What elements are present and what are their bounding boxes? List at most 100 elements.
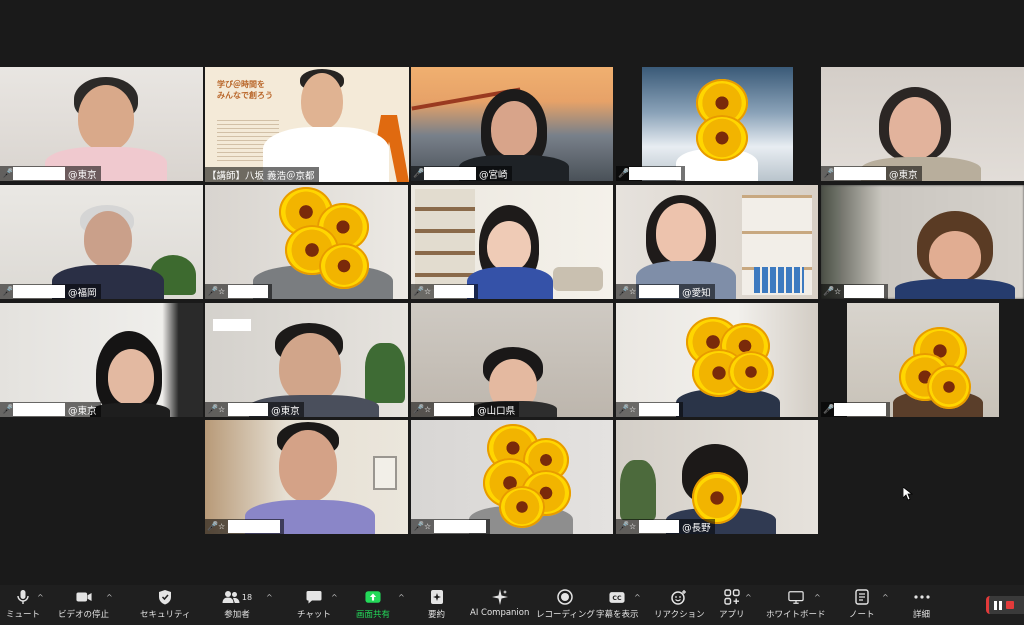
participant-location: @東京 — [68, 169, 97, 181]
name-tag: 🎤 ☆ — [821, 284, 889, 299]
slide-title: 学び＠時間を みんなで創ろう — [217, 79, 287, 101]
video-tile-p16[interactable]: 🎤 ☆ — [205, 420, 408, 534]
participants-options-chevron-icon[interactable]: ^ — [266, 593, 273, 602]
stop-video-button[interactable]: ビデオの停止 — [58, 589, 109, 620]
name-tag: 🎤 ☆ @東京 — [205, 402, 304, 417]
name-tag: 🎤 ☆ — [616, 402, 684, 417]
more-button[interactable]: 詳細 — [913, 589, 930, 620]
apps-button[interactable]: アプリ — [719, 589, 745, 620]
recording-label: レコーディング — [536, 610, 595, 620]
face-sticker — [499, 486, 545, 528]
whiteboard-options-chevron-icon[interactable]: ^ — [814, 593, 821, 602]
participant-location: @愛知 — [682, 287, 711, 299]
apps-options-chevron-icon[interactable]: ^ — [745, 593, 752, 602]
redacted-name — [844, 285, 885, 298]
participant-location: @東京 — [271, 405, 300, 417]
summary-label: 要約 — [428, 610, 446, 620]
apps-label: アプリ — [719, 610, 745, 620]
name-tag: 🎤 ☆ — [411, 284, 479, 299]
face-sticker — [728, 351, 774, 393]
name-tag: 🎤 — [616, 166, 685, 181]
name-tag: 🎤 @東京 — [0, 166, 101, 181]
video-tile-p5[interactable]: 🎤 @東京 — [821, 67, 1024, 181]
slide-title-line1: 学び＠時間を — [217, 80, 265, 89]
mic-off-icon: 🎤 — [618, 404, 630, 415]
notes-button[interactable]: ノート — [849, 589, 875, 620]
participants-button[interactable]: 18 参加者 — [220, 589, 254, 620]
participant-location: @長野 — [682, 522, 711, 534]
name-tag: 【講師】八坂 義浩＠京都 — [205, 167, 319, 182]
video-tile-p4[interactable]: 🎤 — [616, 67, 818, 181]
video-tile-p14[interactable]: 🎤 ☆ — [616, 303, 818, 417]
notes-icon — [854, 589, 870, 605]
mute-button[interactable]: ミュート — [6, 589, 40, 620]
mute-label: ミュート — [6, 610, 41, 620]
redacted-name — [228, 520, 281, 533]
video-tile-p6[interactable]: 🎤 @福岡 — [0, 185, 203, 299]
captions-button[interactable]: CC 字幕を表示 — [596, 589, 639, 620]
recording-indicator[interactable] — [986, 596, 1024, 614]
mic-off-icon: 🎤 — [823, 286, 835, 297]
video-tile-p15[interactable]: 🎤 — [821, 303, 1024, 417]
captions-label: 字幕を表示 — [596, 610, 639, 620]
security-label: セキュリティ — [140, 610, 191, 620]
notes-options-chevron-icon[interactable]: ^ — [882, 593, 889, 602]
shield-icon — [157, 589, 173, 605]
more-label: 詳細 — [913, 610, 931, 620]
mic-off-icon: 🎤 — [618, 521, 630, 532]
video-tile-p11[interactable]: 🎤 @東京 — [0, 303, 203, 417]
redacted-name — [834, 403, 886, 416]
chat-options-chevron-icon[interactable]: ^ — [331, 593, 338, 602]
mic-off-icon: 🎤 — [413, 286, 425, 297]
redacted-name — [228, 403, 269, 416]
participants-icon: 18 — [220, 589, 254, 605]
redacted-name — [228, 285, 269, 298]
captions-options-chevron-icon[interactable]: ^ — [634, 593, 641, 602]
redacted-name — [13, 403, 65, 416]
stop-icon — [1006, 601, 1014, 609]
video-tile-p13[interactable]: 🎤 ☆ @山口県 — [411, 303, 613, 417]
video-tile-p2[interactable]: 学び＠時間を みんなで創ろう 【講師】八坂 義浩＠京都 — [205, 67, 409, 182]
redacted-name — [13, 285, 65, 298]
video-tile-p10[interactable]: 🎤 ☆ — [821, 185, 1024, 299]
video-tile-p12[interactable]: 🎤 ☆ @東京 — [205, 303, 408, 417]
mic-off-icon: 🎤 — [207, 521, 219, 532]
name-tag: 🎤 @福岡 — [0, 284, 101, 299]
microphone-icon — [15, 589, 31, 605]
redacted-name — [434, 403, 475, 416]
mouse-cursor-icon — [903, 487, 913, 501]
record-icon — [557, 589, 574, 605]
video-tile-p1[interactable]: 🎤 @東京 — [0, 67, 203, 181]
closed-captions-icon: CC — [609, 589, 625, 605]
redacted-name — [639, 285, 680, 298]
name-tag: 🎤 ☆ — [411, 519, 491, 534]
video-tile-p9[interactable]: 🎤 ☆ @愛知 — [616, 185, 818, 299]
chat-button[interactable]: チャット — [297, 589, 331, 620]
mic-off-icon: 🎤 — [2, 404, 14, 415]
summary-button[interactable]: 要約 — [428, 589, 445, 620]
pause-icon — [994, 600, 1002, 610]
video-tile-p8[interactable]: 🎤 ☆ — [411, 185, 613, 299]
share-options-chevron-icon[interactable]: ^ — [398, 593, 405, 602]
name-tag: 🎤 — [821, 402, 890, 417]
sparkle-icon — [491, 589, 508, 605]
mic-off-icon: 🎤 — [618, 168, 630, 179]
recording-button[interactable]: レコーディング — [536, 589, 595, 620]
face-sticker — [696, 115, 748, 161]
video-tile-p17[interactable]: 🎤 ☆ — [411, 420, 613, 534]
video-gallery: 🎤 @東京 学び＠時間を みんなで創ろう 【講師】八坂 義浩＠京都 🎤 @宮崎 🎤 — [0, 0, 1024, 585]
meeting-toolbar: ミュート ^ ビデオの停止 ^ セキュリティ 18 参加者 ^ チャット ^ 画… — [0, 585, 1024, 625]
security-button[interactable]: セキュリティ — [140, 589, 191, 620]
reactions-button[interactable]: リアクション — [654, 589, 705, 620]
video-options-chevron-icon[interactable]: ^ — [106, 593, 113, 602]
video-tile-p3[interactable]: 🎤 @宮崎 — [411, 67, 613, 181]
video-tile-p7[interactable]: 🎤 ☆ — [205, 185, 408, 299]
share-screen-button[interactable]: 画面共有 — [356, 589, 390, 620]
mute-options-chevron-icon[interactable]: ^ — [37, 593, 44, 602]
ai-companion-button[interactable]: AI Companion — [470, 589, 529, 618]
mic-off-icon: 🎤 — [207, 404, 219, 415]
mic-off-icon: 🎤 — [2, 168, 14, 179]
svg-text:CC: CC — [613, 595, 623, 602]
chat-icon — [306, 589, 322, 605]
video-tile-p18[interactable]: 🎤 ☆ @長野 — [616, 420, 818, 534]
